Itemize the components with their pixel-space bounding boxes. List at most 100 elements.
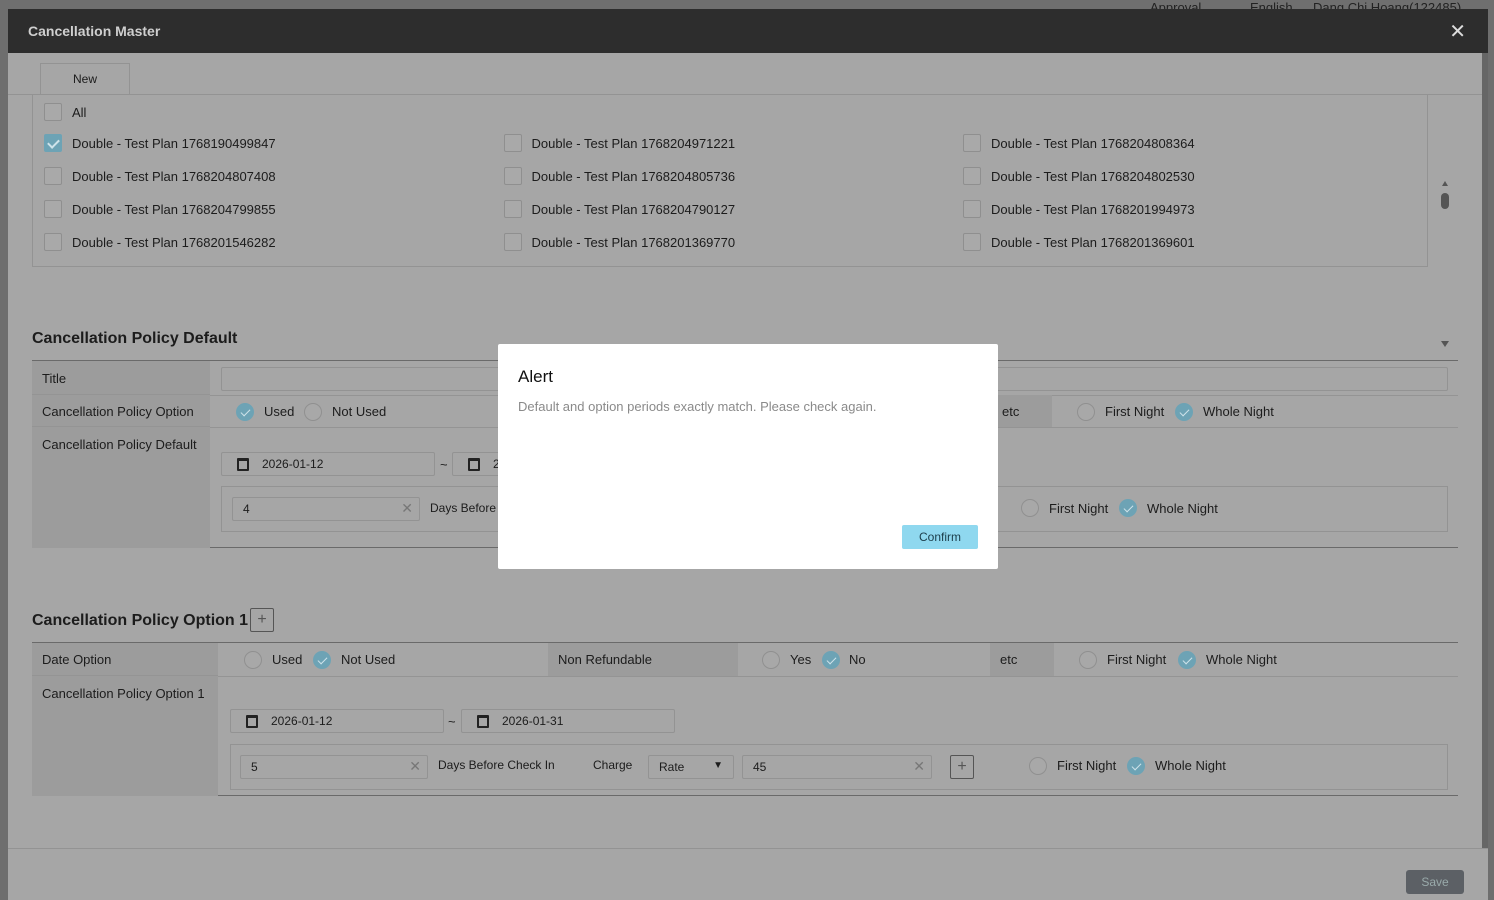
modal-title: Cancellation Master <box>28 23 161 39</box>
rule-radio-whole-night[interactable] <box>1127 757 1145 775</box>
first-night-label: First Night <box>1105 404 1165 419</box>
radio-first-night[interactable] <box>1077 403 1095 421</box>
days-value: 4 <box>243 502 250 516</box>
rule-whole-night-label: Whole Night <box>1147 501 1218 516</box>
calendar-icon <box>246 715 258 728</box>
radio-first-night[interactable] <box>1079 651 1097 669</box>
plan-checkbox[interactable] <box>44 134 62 152</box>
add-option-button[interactable]: + <box>250 608 274 632</box>
plan-label: Double - Test Plan 1768204799855 <box>72 202 276 217</box>
plan-checkbox[interactable] <box>963 200 981 218</box>
radio-used[interactable] <box>236 403 254 421</box>
modal-header: Cancellation Master <box>8 9 1488 53</box>
etc-label: etc <box>990 643 1054 676</box>
add-rule-button[interactable]: + <box>950 755 974 779</box>
radio-yes[interactable] <box>762 651 780 669</box>
whole-night-label: Whole Night <box>1203 404 1274 419</box>
radio-whole-night[interactable] <box>1175 403 1193 421</box>
date-separator: ~ <box>448 714 456 729</box>
start-date-value: 2026-01-12 <box>262 457 324 471</box>
tab-new[interactable]: New <box>40 63 130 95</box>
plan-checkbox[interactable] <box>963 134 981 152</box>
charge-label: Charge <box>593 758 633 772</box>
plan-label: Double - Test Plan 1768204802530 <box>991 169 1195 184</box>
radio-used-label: Used <box>264 404 295 419</box>
calendar-icon <box>468 458 480 471</box>
days-before-label: Days Before Check In <box>438 758 555 772</box>
plan-checkbox[interactable] <box>963 167 981 185</box>
plan-checkbox[interactable] <box>44 200 62 218</box>
charge-type-select[interactable]: Rate ▼ <box>648 755 734 779</box>
plan-list: All Double - Test Plan 1768190499847 Doub… <box>32 95 1449 347</box>
plan-label: Double - Test Plan 1768190499847 <box>72 136 276 151</box>
default-start-date[interactable]: 2026-01-12 <box>221 452 435 476</box>
option1-heading: Cancellation Policy Option 1 <box>32 612 249 629</box>
clear-icon[interactable]: ✕ <box>913 758 925 775</box>
clear-icon[interactable]: ✕ <box>401 500 413 517</box>
plan-checkbox[interactable] <box>503 134 522 152</box>
days-value: 5 <box>251 760 258 774</box>
option-label: Cancellation Policy Option <box>32 395 210 427</box>
plan-checkbox[interactable] <box>503 200 522 218</box>
calendar-icon <box>237 458 249 471</box>
rule-radio-whole-night[interactable] <box>1119 499 1137 517</box>
radio-not-used-label: Not Used <box>332 404 387 419</box>
alert-message: Default and option periods exactly match… <box>518 399 877 414</box>
default-heading: Cancellation Policy Default <box>32 330 238 347</box>
plan-checkbox[interactable] <box>44 233 62 251</box>
radio-yes-label: Yes <box>790 652 812 667</box>
default-days-input[interactable]: 4 ✕ <box>232 497 420 521</box>
calendar-icon <box>477 715 489 728</box>
charge-value-input[interactable]: 45 ✕ <box>742 755 932 779</box>
option1-days-input[interactable]: 5 ✕ <box>240 755 428 779</box>
title-label: Title <box>32 361 210 395</box>
days-before-label: Days Before <box>430 501 497 515</box>
plan-label: Double - Test Plan 1768204808364 <box>991 136 1195 151</box>
clear-icon[interactable]: ✕ <box>409 758 421 775</box>
plan-label: Double - Test Plan 1768204971221 <box>531 136 736 151</box>
checkbox-all[interactable] <box>44 103 62 121</box>
option1-start-date[interactable]: 2026-01-12 <box>230 709 444 733</box>
radio-no-label: No <box>849 652 866 667</box>
period-label: Cancellation Policy Default <box>32 427 210 548</box>
radio-no[interactable] <box>822 651 840 669</box>
rule-first-night-label: First Night <box>1057 758 1117 773</box>
save-button[interactable]: Save <box>1406 870 1464 894</box>
charge-value: 45 <box>753 760 767 774</box>
option1-period-label: Cancellation Policy Option 1 <box>32 676 218 796</box>
option1-table: Date Option Cancellation Policy Option 1… <box>32 642 1458 796</box>
end-date-value: 2026-01-31 <box>502 714 564 728</box>
close-icon[interactable]: ✕ <box>1449 19 1466 44</box>
radio-whole-night[interactable] <box>1178 651 1196 669</box>
plan-label: Double - Test Plan 1768201994973 <box>991 202 1195 217</box>
plan-checkbox[interactable] <box>503 167 522 185</box>
plan-checkbox[interactable] <box>503 233 522 251</box>
etc-label: etc <box>992 395 1052 427</box>
option1-end-date[interactable]: 2026-01-31 <box>461 709 675 733</box>
plan-label: Double - Test Plan 1768201546282 <box>72 235 276 250</box>
plan-label: Double - Test Plan 1768204807408 <box>72 169 276 184</box>
confirm-button[interactable]: Confirm <box>902 525 978 549</box>
plan-list-scrollbar[interactable] <box>1439 181 1451 351</box>
plan-label: Double - Test Plan 1768201369770 <box>531 235 736 250</box>
alert-dialog: Alert Default and option periods exactly… <box>498 344 998 569</box>
non-refundable-label: Non Refundable <box>548 643 738 676</box>
radio-not-used[interactable] <box>313 651 331 669</box>
rule-radio-first-night[interactable] <box>1021 499 1039 517</box>
dropdown-arrow-icon: ▼ <box>713 760 723 771</box>
plan-label: Double - Test Plan 1768204805736 <box>531 169 736 184</box>
radio-used-label: Used <box>272 652 303 667</box>
footer-divider <box>8 848 1488 849</box>
charge-type-value: Rate <box>659 760 685 774</box>
plan-checkbox[interactable] <box>963 233 981 251</box>
whole-night-label: Whole Night <box>1206 652 1277 667</box>
checkbox-all-label: All <box>72 105 87 120</box>
radio-used[interactable] <box>244 651 262 669</box>
rule-radio-first-night[interactable] <box>1029 757 1047 775</box>
date-option-label: Date Option <box>32 643 218 676</box>
date-separator: ~ <box>440 457 448 472</box>
radio-not-used[interactable] <box>304 403 322 421</box>
plan-checkbox[interactable] <box>44 167 62 185</box>
modal-scrollbar[interactable] <box>1482 53 1488 848</box>
plan-label: Double - Test Plan 1768204790127 <box>531 202 736 217</box>
